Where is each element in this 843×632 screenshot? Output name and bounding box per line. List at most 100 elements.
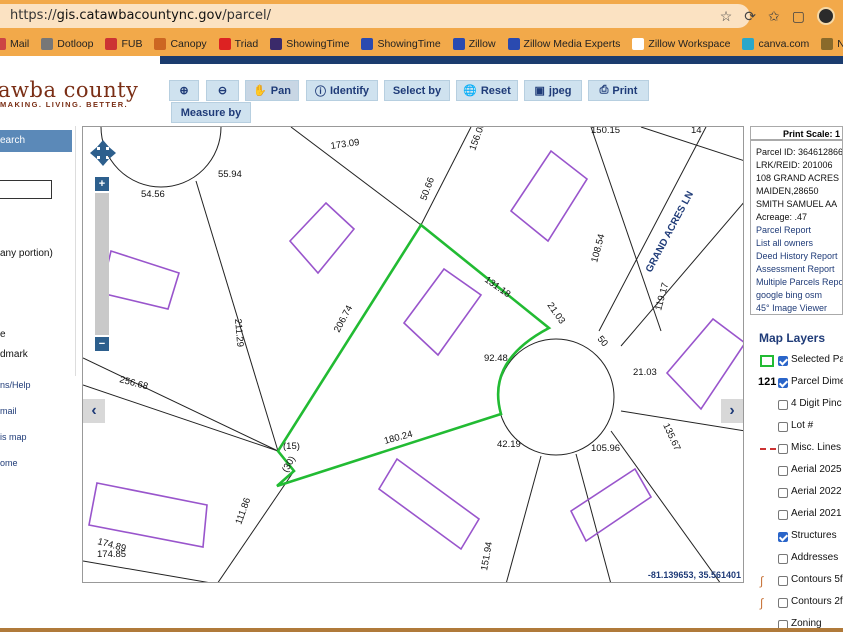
bookmark-item[interactable]: Zillow Media Experts <box>507 38 621 50</box>
layer-row[interactable]: ∫ Contours 2f <box>750 596 843 610</box>
structure <box>288 201 356 275</box>
layer-checkbox[interactable] <box>778 532 788 542</box>
map-zoom-in-icon[interactable]: + <box>95 177 109 191</box>
layer-checkbox[interactable] <box>778 444 788 454</box>
dimension-label: 42.19 <box>497 439 521 450</box>
search-option-e[interactable]: e <box>0 329 6 340</box>
identify-button[interactable]: ⓘ Identify <box>306 80 378 101</box>
help-link[interactable]: ns/Help <box>0 380 31 390</box>
search-tab[interactable]: earch <box>0 130 72 152</box>
layer-checkbox[interactable] <box>778 378 788 388</box>
layer-checkbox[interactable] <box>778 356 788 366</box>
any-portion-option[interactable]: any portion) <box>0 248 53 259</box>
layer-checkbox[interactable] <box>778 466 788 476</box>
layer-row[interactable]: Aerial 2021 <box>750 508 843 522</box>
deed-history-link[interactable]: Deed History Report <box>756 251 838 261</box>
map-provider-links[interactable]: google bing osm <box>756 290 822 300</box>
search-panel: earch any portion) e dmark <box>0 126 76 376</box>
chevron-left-icon[interactable]: ‹ <box>83 399 105 423</box>
parcel-info-box: Parcel ID: 364612866 LRK/REID: 201006 10… <box>750 140 843 315</box>
reset-button[interactable]: 🌐 Reset <box>456 80 518 101</box>
layer-row[interactable]: Lot # <box>750 420 843 434</box>
image-viewer-link[interactable]: 45° Image Viewer <box>756 303 827 313</box>
jpeg-button[interactable]: ▣ jpeg <box>524 80 582 101</box>
bookmark-item[interactable]: ShowingTime <box>270 38 349 50</box>
bookmark-item[interactable]: canva.com <box>742 38 809 50</box>
layer-checkbox[interactable] <box>778 510 788 520</box>
layer-checkbox[interactable] <box>778 488 788 498</box>
dimension-label: 119.17 <box>653 282 671 312</box>
layer-row[interactable]: ∫ Contours 5f <box>750 574 843 588</box>
chevron-right-icon[interactable]: › <box>721 399 743 423</box>
address-bar[interactable]: https://gis.catawbacountync.gov/parcel/ <box>0 4 750 28</box>
bookmark-item[interactable]: Zillow Workspace <box>632 38 730 50</box>
layer-checkbox[interactable] <box>778 554 788 564</box>
zoom-in-button[interactable]: ⊕ <box>169 80 199 101</box>
pan-control[interactable] <box>89 139 117 167</box>
profile-avatar[interactable] <box>817 7 835 25</box>
layer-row[interactable]: 121 Parcel Dime <box>750 376 843 390</box>
contour-swatch-icon: ∫ <box>760 574 764 588</box>
dimension-label: 50 <box>595 334 610 349</box>
cul-de-sac-right <box>497 338 615 456</box>
extension-icon[interactable]: ⟳ <box>744 8 756 25</box>
bookmark-icon <box>154 38 167 50</box>
search-input[interactable] <box>0 180 52 199</box>
zoom-out-button[interactable]: ⊖ <box>206 80 239 101</box>
landmark-option[interactable]: dmark <box>0 349 28 360</box>
bookmark-label: canva.com <box>758 38 810 50</box>
list-owners-link[interactable]: List all owners <box>756 238 813 248</box>
zoom-track[interactable] <box>95 193 109 335</box>
layer-row[interactable]: Addresses <box>750 552 843 566</box>
email-link[interactable]: mail <box>0 406 17 416</box>
parcel-report-link[interactable]: Parcel Report <box>756 225 811 235</box>
home-link[interactable]: ome <box>0 458 18 468</box>
layer-row[interactable]: Aerial 2025 <box>750 464 843 478</box>
layer-row[interactable]: Structures <box>750 530 843 544</box>
assessment-report-link[interactable]: Assessment Report <box>756 264 835 274</box>
bookmark-label: Mail <box>10 38 30 50</box>
print-button[interactable]: ⎙ Print <box>588 80 649 101</box>
zoom-slider[interactable]: + − <box>95 177 111 351</box>
pan-button[interactable]: ✋ Pan <box>245 80 299 101</box>
road-edge <box>598 127 707 332</box>
layer-row[interactable]: Selected Pa <box>750 354 843 368</box>
bookmark-label: Triad <box>234 38 259 50</box>
lot-line <box>83 384 279 452</box>
select-by-button[interactable]: Select by <box>384 80 450 101</box>
layer-row[interactable]: Misc. Lines <box>750 442 843 456</box>
dimension-swatch-icon: 121 <box>758 376 777 388</box>
bookmark-item[interactable]: FUB <box>105 38 142 50</box>
map-canvas[interactable]: GRAND ACRES LN 173.09 55.94 54.56 150.15 156… <box>82 126 744 583</box>
browser-icons: ☆ ⟳ ✩ ▢ <box>720 6 843 26</box>
map-zoom-out-icon[interactable]: − <box>95 337 109 351</box>
bookmark-icon <box>742 38 755 50</box>
dimension-label: 21.03 <box>633 367 657 378</box>
bookmark-item[interactable]: Triad <box>218 38 259 50</box>
bookmark-item[interactable]: Zillow <box>452 38 496 50</box>
measure-by-button[interactable]: Measure by <box>171 102 251 123</box>
bookmark-item[interactable]: Canopy <box>154 38 207 50</box>
layer-checkbox[interactable] <box>778 422 788 432</box>
layer-checkbox[interactable] <box>778 598 788 608</box>
link-this-map[interactable]: is map <box>0 432 27 442</box>
bookmark-item[interactable]: Dotloop <box>41 38 93 50</box>
favorites-icon[interactable]: ✩ <box>768 8 780 25</box>
parcel-address: 108 GRAND ACRES <box>756 173 840 183</box>
structure <box>100 249 180 310</box>
layer-checkbox[interactable] <box>778 576 788 586</box>
multiple-parcels-link[interactable]: Multiple Parcels Repo <box>756 277 842 287</box>
collections-icon[interactable]: ▢ <box>792 8 805 25</box>
layer-row[interactable]: 4 Digit Pinc <box>750 398 843 412</box>
layer-row[interactable]: Aerial 2022 <box>750 486 843 500</box>
bookmark-item[interactable]: ShowingTime <box>361 38 441 50</box>
parcel-city: MAIDEN,28650 <box>756 186 819 196</box>
bookmark-item[interactable]: Mail <box>0 38 29 50</box>
bookmark-item[interactable]: NCRE Manual <box>821 38 843 50</box>
layer-checkbox[interactable] <box>778 400 788 410</box>
bookmark-label: Zillow Media Experts <box>523 38 621 50</box>
star-icon[interactable]: ☆ <box>720 8 733 25</box>
bookmark-icon <box>821 38 834 50</box>
pan-label: Pan <box>270 84 291 97</box>
globe-icon: 🌐 <box>463 85 477 97</box>
